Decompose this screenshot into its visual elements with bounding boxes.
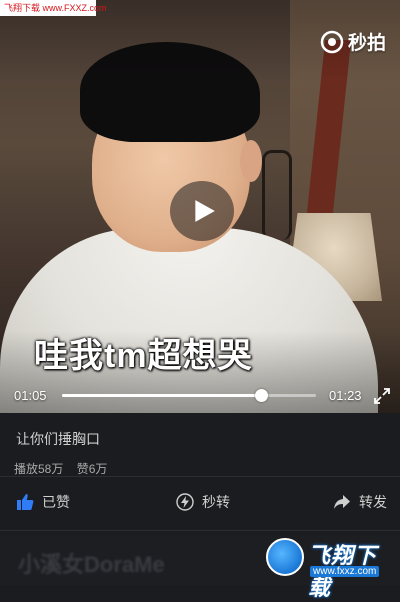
share-label: 转发: [359, 494, 387, 510]
video-subtitle: 哇我tm超想哭: [34, 337, 253, 375]
watermark-logo-icon: [266, 538, 304, 576]
repost-label: 秒转: [202, 494, 230, 510]
video-player[interactable]: 飞翔下载 www.FXXZ.com 秒拍 哇我tm超想哭 01:05 01:23: [0, 0, 400, 413]
progress-fill: [62, 394, 261, 397]
camera-icon: [320, 30, 344, 53]
video-stats: 播放58万 赞6万: [14, 460, 400, 477]
like-label: 已赞: [42, 494, 70, 510]
thumbs-up-icon: [17, 494, 34, 510]
watermark-url: www.fxxz.com: [310, 566, 380, 577]
play-button[interactable]: [170, 181, 234, 241]
repost-button[interactable]: 秒转: [176, 484, 230, 520]
current-time: 01:05: [14, 388, 47, 403]
expand-icon[interactable]: [373, 387, 391, 405]
player-controls: 01:05 01:23: [0, 380, 400, 410]
divider: [0, 476, 400, 477]
video-title: 让你们捶胸口: [16, 431, 100, 447]
site-watermark: 飞翔下载 www.fxxz.com: [266, 536, 394, 600]
progress-thumb[interactable]: [254, 389, 268, 402]
miaopai-logo: 秒拍: [320, 28, 386, 55]
divider: [0, 530, 400, 531]
share-arrow-icon: [334, 495, 350, 509]
like-button[interactable]: 已赞: [16, 484, 70, 520]
lightning-icon: [176, 493, 194, 511]
site-badge: 飞翔下载 www.FXXZ.com: [0, 0, 107, 16]
play-icon: [195, 200, 215, 222]
total-time: 01:23: [329, 388, 362, 403]
like-count: 赞6万: [76, 462, 108, 476]
play-count: 播放58万: [14, 462, 64, 476]
next-item-text: 小溪女DoraMe: [18, 552, 165, 577]
share-button[interactable]: 转发: [333, 484, 387, 520]
logo-text: 秒拍: [347, 33, 386, 54]
action-bar: 已赞 秒转 转发: [0, 484, 400, 520]
video-info: 让你们捶胸口 播放58万 赞6万: [0, 413, 400, 476]
progress-bar[interactable]: [62, 389, 316, 402]
